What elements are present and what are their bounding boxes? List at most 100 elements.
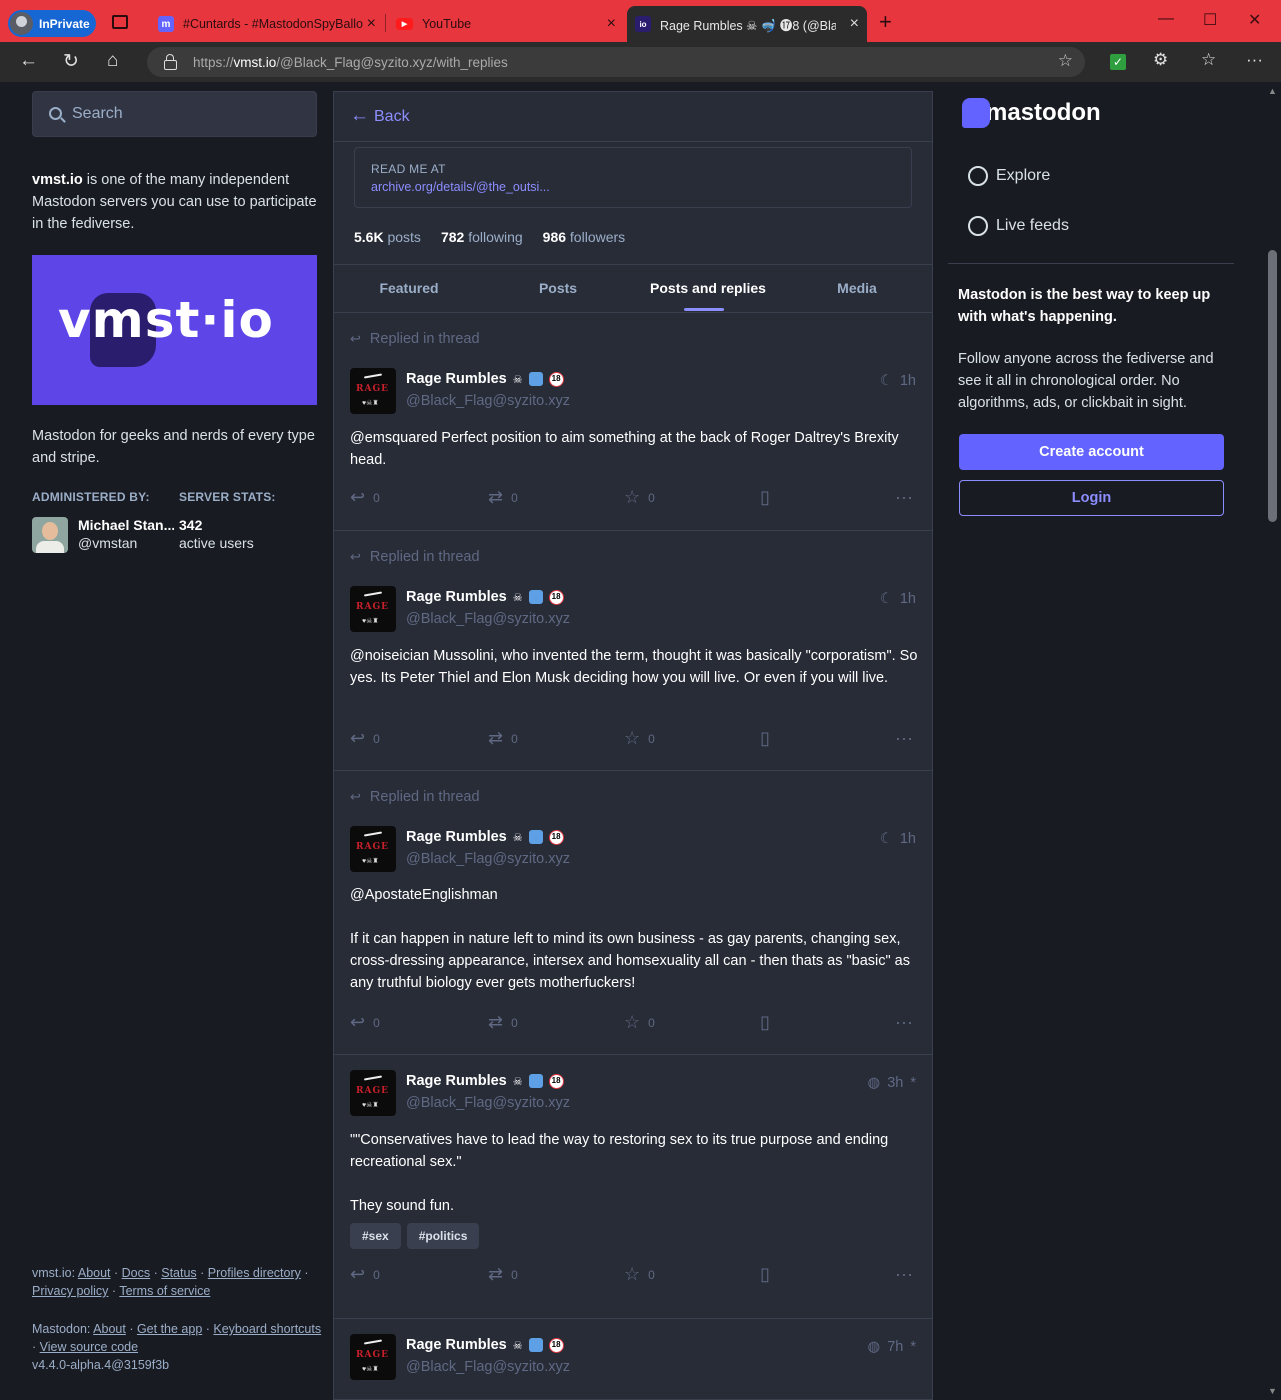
admin-avatar[interactable]	[32, 517, 68, 553]
tab-media[interactable]: Media	[837, 280, 877, 296]
nav-live-feeds[interactable]: Live feeds	[968, 216, 1069, 236]
footer-link-source-code[interactable]: View source code	[40, 1340, 138, 1354]
more-button[interactable]: ···	[895, 1012, 913, 1033]
reply-button[interactable]: ↩ 0	[350, 1012, 380, 1033]
tab-mastodon-spyballoon[interactable]: m #Cuntards - #MastodonSpyBalloon ×	[148, 6, 384, 42]
display-name[interactable]: Rage Rumbles ☠ 18	[406, 1073, 564, 1089]
status-time[interactable]: ◍ 3h *	[868, 1075, 916, 1091]
more-menu-icon[interactable]: ···	[1246, 50, 1263, 70]
home-icon[interactable]: ⌂	[107, 50, 118, 72]
avatar[interactable]: RAGE ♥☠♜	[350, 1070, 396, 1116]
bookmark-button[interactable]: ▯	[760, 1012, 770, 1033]
footer-link-mastodon-about[interactable]: About	[93, 1322, 126, 1336]
status-item[interactable]: ↩ Replied in thread RAGE ♥☠♜ Rage Rumbles ☠…	[334, 531, 932, 771]
following-count[interactable]: 782 following	[441, 229, 523, 245]
tab-actions-icon[interactable]	[112, 15, 128, 29]
favourite-button[interactable]: ☆ 0	[624, 1264, 655, 1285]
display-name[interactable]: Rage Rumbles ☠ 18	[406, 589, 564, 605]
footer-link-privacy-policy[interactable]: Privacy policy	[32, 1284, 108, 1298]
back-button[interactable]: ← Back	[334, 92, 932, 142]
account-handle[interactable]: @Black_Flag@syzito.xyz	[406, 1095, 570, 1111]
favourite-button[interactable]: ☆ 0	[624, 487, 655, 508]
boost-button[interactable]: ⇄ 0	[488, 487, 518, 508]
favorite-star-icon[interactable]: ☆	[1058, 51, 1073, 71]
more-button[interactable]: ···	[895, 728, 913, 749]
maximize-icon[interactable]: ☐	[1203, 10, 1217, 30]
admin-handle[interactable]: @vmstan	[78, 535, 137, 551]
avatar[interactable]: RAGE ♥☠♜	[350, 826, 396, 872]
profile-field-link[interactable]: archive.org/details/@the_outsi...	[371, 180, 895, 194]
avatar[interactable]: RAGE ♥☠♜	[350, 368, 396, 414]
close-tab-icon[interactable]: ×	[607, 15, 616, 33]
status-item[interactable]: RAGE ♥☠♜ Rage Rumbles ☠ 18 @Black_Flag@syzi…	[334, 1055, 932, 1319]
account-handle[interactable]: @Black_Flag@syzito.xyz	[406, 851, 570, 867]
minimize-icon[interactable]: —	[1158, 10, 1174, 28]
account-handle[interactable]: @Black_Flag@syzito.xyz	[406, 611, 570, 627]
favourite-button[interactable]: ☆ 0	[624, 728, 655, 749]
footer-link-get-app[interactable]: Get the app	[137, 1322, 202, 1336]
refresh-icon[interactable]: ↻	[63, 50, 79, 73]
footer-link-terms[interactable]: Terms of service	[119, 1284, 210, 1298]
address-bar[interactable]: https://vmst.io/@Black_Flag@syzito.xyz/w…	[147, 47, 1085, 77]
status-item[interactable]: ↩ Replied in thread RAGE ♥☠♜ Rage Rumbles ☠…	[334, 771, 932, 1055]
status-time[interactable]: ◍ 7h *	[868, 1339, 916, 1355]
tab-posts[interactable]: Posts	[539, 280, 577, 296]
extensions-puzzle-icon[interactable]: ⚙	[1153, 50, 1168, 70]
boost-button[interactable]: ⇄ 0	[488, 1012, 518, 1033]
create-account-button[interactable]: Create account	[959, 434, 1224, 470]
status-time[interactable]: ☾ 1h	[880, 831, 916, 847]
admin-name[interactable]: Michael Stan...	[78, 517, 174, 533]
back-arrow-icon[interactable]: ←	[19, 50, 38, 72]
search-input[interactable]: Search	[32, 91, 317, 137]
mastodon-logo[interactable]: mastodon	[962, 98, 1101, 128]
hashtag-sex[interactable]: #sex	[350, 1223, 401, 1249]
more-button[interactable]: ···	[895, 487, 913, 508]
display-name[interactable]: Rage Rumbles ☠ 18	[406, 1337, 564, 1353]
avatar[interactable]: RAGE ♥☠♜	[350, 1334, 396, 1380]
status-item[interactable]: ↩ Replied in thread RAGE ♥☠♜ Rage Rumbles ☠…	[334, 313, 932, 531]
status-time[interactable]: ☾ 1h	[880, 591, 916, 607]
extension-check-icon[interactable]: ✓	[1110, 54, 1126, 70]
reply-button[interactable]: ↩ 0	[350, 728, 380, 749]
new-tab-icon[interactable]: +	[879, 9, 892, 35]
footer-link-keyboard-shortcuts[interactable]: Keyboard shortcuts	[213, 1322, 321, 1336]
avatar[interactable]: RAGE ♥☠♜	[350, 586, 396, 632]
tab-rage-rumbles[interactable]: io Rage Rumbles ☠ 🤿 ⓱8 (@Black_Fl ×	[627, 6, 867, 42]
display-name[interactable]: Rage Rumbles ☠ 18	[406, 371, 564, 387]
boost-button[interactable]: ⇄ 0	[488, 728, 518, 749]
reply-button[interactable]: ↩ 0	[350, 487, 380, 508]
hashtag-politics[interactable]: #politics	[406, 1223, 480, 1249]
boost-button[interactable]: ⇄ 0	[488, 1264, 518, 1285]
tab-posts-and-replies[interactable]: Posts and replies	[650, 280, 766, 311]
bookmark-button[interactable]: ▯	[760, 728, 770, 749]
close-tab-icon[interactable]: ×	[367, 15, 376, 33]
login-button[interactable]: Login	[959, 480, 1224, 516]
footer-link-docs[interactable]: Docs	[122, 1266, 150, 1280]
nav-explore[interactable]: Explore	[968, 166, 1050, 186]
account-handle[interactable]: @Black_Flag@syzito.xyz	[406, 393, 570, 409]
lock-icon[interactable]	[164, 54, 177, 70]
footer-link-status[interactable]: Status	[161, 1266, 196, 1280]
close-tab-icon[interactable]: ×	[850, 15, 859, 33]
more-button[interactable]: ···	[895, 1264, 913, 1285]
account-handle[interactable]: @Black_Flag@syzito.xyz	[406, 1359, 570, 1375]
reply-button[interactable]: ↩ 0	[350, 1264, 380, 1285]
scroll-up-icon[interactable]: ▲	[1268, 86, 1277, 96]
followers-count[interactable]: 986 followers	[543, 229, 626, 245]
favorites-icon[interactable]: ☆	[1201, 50, 1216, 70]
footer-link-about[interactable]: About	[78, 1266, 111, 1280]
tab-featured[interactable]: Featured	[379, 280, 438, 296]
scrollbar-thumb[interactable]	[1268, 250, 1277, 522]
page-scrollbar[interactable]: ▲ ▼	[1264, 82, 1281, 1400]
display-name[interactable]: Rage Rumbles ☠ 18	[406, 829, 564, 845]
close-window-icon[interactable]: ✕	[1248, 10, 1261, 30]
footer-link-profiles-directory[interactable]: Profiles directory	[208, 1266, 301, 1280]
scroll-down-icon[interactable]: ▼	[1268, 1386, 1277, 1396]
posts-count[interactable]: 5.6K posts	[354, 229, 421, 245]
bookmark-button[interactable]: ▯	[760, 1264, 770, 1285]
bookmark-button[interactable]: ▯	[760, 487, 770, 508]
status-time[interactable]: ☾ 1h	[880, 373, 916, 389]
status-item[interactable]: RAGE ♥☠♜ Rage Rumbles ☠ 18 @Black_Flag@syzi…	[334, 1319, 932, 1399]
favourite-button[interactable]: ☆ 0	[624, 1012, 655, 1033]
inprivate-badge[interactable]: InPrivate	[8, 10, 96, 37]
